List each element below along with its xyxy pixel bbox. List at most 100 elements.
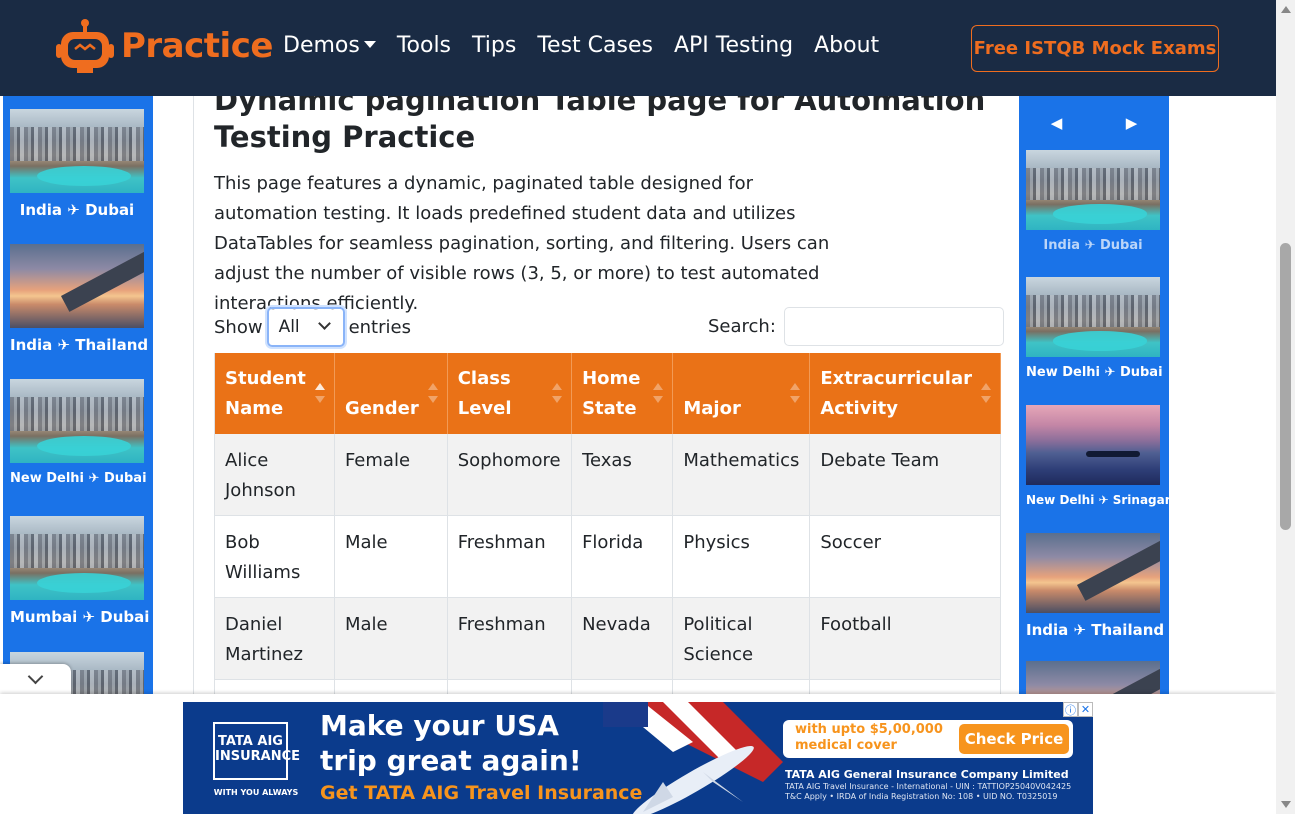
table-cell: Male bbox=[334, 597, 448, 680]
table-search: Search: bbox=[708, 307, 1004, 346]
table-cell bbox=[571, 679, 674, 694]
table-cell: Florida bbox=[571, 515, 674, 598]
sort-icon bbox=[427, 383, 439, 403]
ad-company-name: TATA AIG General Insurance Company Limit… bbox=[785, 768, 1069, 781]
ad-card-caption: New Delhi ✈ Srinagar bbox=[1026, 493, 1169, 507]
srinagar-lake-image bbox=[1026, 405, 1160, 485]
table-cell: Political Science bbox=[672, 597, 811, 680]
airplane-flag-image bbox=[603, 702, 783, 814]
students-table: Student Name Gender Class Level Home Sta… bbox=[214, 353, 1001, 694]
carousel-next-icon[interactable]: ▶ bbox=[1126, 114, 1138, 132]
left-ad-card[interactable]: New Delhi ✈ Dubai bbox=[10, 379, 147, 486]
istqb-mock-exams-button[interactable]: Free ISTQB Mock Exams bbox=[971, 25, 1219, 72]
table-header-row: Student Name Gender Class Level Home Sta… bbox=[214, 353, 1001, 434]
sort-icon bbox=[652, 383, 664, 403]
ad-card-caption: India ✈ Dubai bbox=[19, 201, 135, 219]
nav-demos-label: Demos bbox=[283, 33, 360, 58]
table-cell: Freshman bbox=[447, 515, 573, 598]
column-header-student-name[interactable]: Student Name bbox=[214, 353, 335, 434]
nav-api-testing[interactable]: API Testing bbox=[674, 33, 793, 58]
ad-card-caption: New Delhi ✈ Dubai bbox=[10, 471, 147, 486]
column-header-class-level[interactable]: Class Level bbox=[447, 353, 573, 434]
top-navbar: Practice Demos Tools Tips Test Cases API… bbox=[0, 0, 1276, 96]
carousel-prev-icon[interactable]: ◀ bbox=[1051, 114, 1063, 132]
plane-wing-sunset-image bbox=[1026, 661, 1160, 694]
right-ad-card[interactable]: New Delhi ✈ Srinagar bbox=[1026, 405, 1169, 507]
ad-controls: ⓘ ✕ bbox=[1063, 702, 1093, 717]
page-title: Dynamic pagination Table page for Automa… bbox=[214, 96, 986, 154]
plane-wing-sunset-image bbox=[10, 244, 144, 328]
dubai-city-image bbox=[1026, 150, 1160, 230]
nav-demos[interactable]: Demos bbox=[283, 33, 376, 58]
dubai-city-image bbox=[10, 379, 144, 463]
tata-aig-banner-ad[interactable]: TATA AIG INSURANCE WITH YOU ALWAYS Make … bbox=[183, 702, 1093, 814]
ad-card-caption: India ✈ Thailand bbox=[1026, 621, 1165, 639]
table-cell: Daniel Martinez bbox=[214, 597, 335, 680]
column-header-home-state[interactable]: Home State bbox=[571, 353, 674, 434]
robot-logo-icon bbox=[55, 18, 115, 74]
check-price-button[interactable]: Check Price bbox=[959, 724, 1069, 754]
chevron-down-icon bbox=[27, 668, 44, 685]
ad-headline: Make your USA trip great again! bbox=[320, 709, 582, 777]
table-cell bbox=[214, 679, 335, 694]
page-scrollbar[interactable] bbox=[1276, 0, 1295, 814]
nav-tips[interactable]: Tips bbox=[472, 33, 516, 58]
sort-icon bbox=[980, 383, 992, 403]
table-cell: Sophomore bbox=[447, 434, 573, 516]
page-description: This page features a dynamic, paginated … bbox=[214, 173, 830, 314]
left-ad-card[interactable]: India ✈ Thailand bbox=[10, 244, 148, 354]
ad-close-icon[interactable]: ✕ bbox=[1078, 702, 1093, 717]
table-cell: Nevada bbox=[571, 597, 674, 680]
table-row bbox=[214, 679, 1001, 694]
sort-icon bbox=[551, 383, 563, 403]
brand-link[interactable]: Practice bbox=[55, 18, 273, 74]
table-cell bbox=[334, 679, 448, 694]
main-content: Dynamic pagination Table page for Automa… bbox=[193, 96, 1019, 694]
right-ad-card[interactable]: India ✈ Thailand bbox=[1026, 533, 1165, 639]
tata-aig-logo: TATA AIG INSURANCE bbox=[213, 722, 300, 780]
nav-tools[interactable]: Tools bbox=[397, 33, 451, 58]
brand-name: Practice bbox=[121, 26, 273, 66]
right-ad-card[interactable] bbox=[1026, 661, 1160, 694]
column-header-label: Student Name bbox=[225, 368, 306, 419]
collapse-ad-button[interactable] bbox=[0, 664, 71, 695]
scrollbar-thumb[interactable] bbox=[1280, 243, 1291, 530]
right-ad-card[interactable]: India ✈ Dubai bbox=[1026, 150, 1160, 253]
table-cell: Football bbox=[809, 597, 1001, 680]
column-header-label: Home State bbox=[582, 368, 641, 419]
column-header-major[interactable]: Major bbox=[672, 353, 811, 434]
show-label: Show bbox=[214, 316, 263, 338]
scroll-down-icon[interactable] bbox=[1281, 801, 1291, 808]
table-cell: Female bbox=[334, 434, 448, 516]
ad-subline: Get TATA AIG Travel Insurance bbox=[320, 782, 643, 804]
nav-about[interactable]: About bbox=[814, 33, 879, 58]
ad-card-caption: Mumbai ✈ Dubai bbox=[10, 608, 150, 626]
column-header-extracurricular-activity[interactable]: Extracurricular Activity bbox=[809, 353, 1001, 434]
table-cell: Freshman bbox=[447, 597, 573, 680]
ad-logo-tagline: WITH YOU ALWAYS bbox=[213, 788, 299, 797]
left-ad-card[interactable]: Mumbai ✈ Dubai bbox=[10, 516, 150, 626]
ad-offer-text: with upto $5,00,000 medical cover bbox=[795, 722, 943, 753]
column-header-label: Gender bbox=[344, 398, 419, 419]
dubai-city-image bbox=[1026, 277, 1160, 357]
entries-length-control: Show All entries bbox=[214, 307, 411, 347]
table-row: Daniel Martinez Male Freshman Nevada Pol… bbox=[214, 597, 1001, 680]
carousel-arrows: ◀ ▶ bbox=[1019, 114, 1169, 132]
entries-length-select[interactable]: All bbox=[266, 307, 345, 347]
table-row: Bob Williams Male Freshman Florida Physi… bbox=[214, 515, 1001, 598]
table-cell: Texas bbox=[571, 434, 674, 516]
search-input[interactable] bbox=[783, 307, 1004, 346]
column-header-label: Class Level bbox=[457, 368, 512, 419]
table-cell: Soccer bbox=[809, 515, 1001, 598]
table-cell bbox=[447, 679, 573, 694]
nav-links: Demos Tools Tips Test Cases API Testing … bbox=[283, 33, 900, 58]
nav-test-cases[interactable]: Test Cases bbox=[537, 33, 653, 58]
table-cell bbox=[672, 679, 811, 694]
right-ad-card[interactable]: New Delhi ✈ Dubai bbox=[1026, 277, 1163, 380]
left-ad-card[interactable]: India ✈ Dubai bbox=[10, 109, 144, 219]
table-cell: Physics bbox=[672, 515, 811, 598]
column-header-gender[interactable]: Gender bbox=[334, 353, 448, 434]
ad-info-icon[interactable]: ⓘ bbox=[1063, 702, 1078, 717]
scroll-up-icon[interactable] bbox=[1281, 6, 1291, 13]
ad-card-caption: New Delhi ✈ Dubai bbox=[1026, 365, 1163, 380]
